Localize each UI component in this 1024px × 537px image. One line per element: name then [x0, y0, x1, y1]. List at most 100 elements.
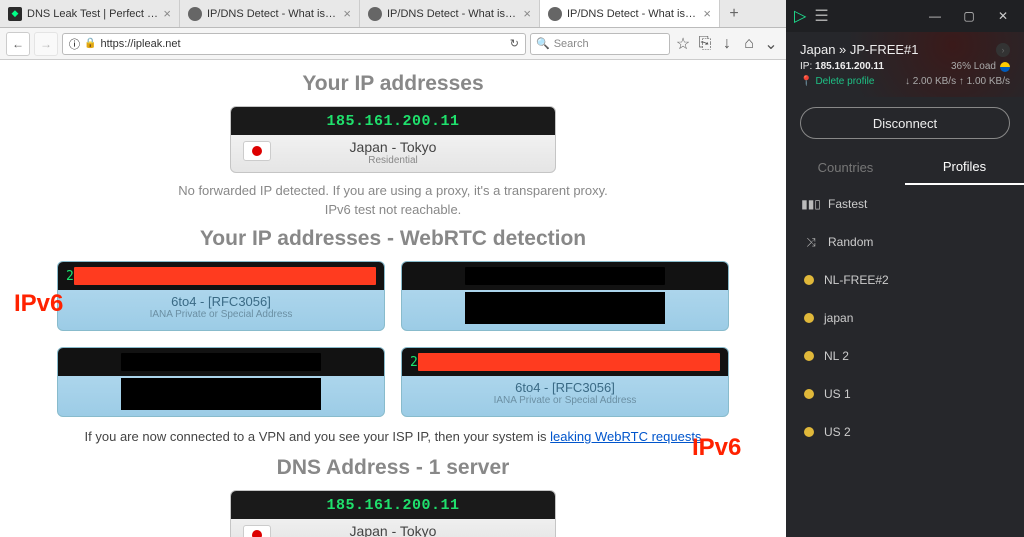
- flag-japan-icon: [243, 141, 271, 161]
- ipv6-text: IPv6 test not reachable.: [0, 202, 786, 217]
- webrtc-card: [57, 347, 385, 417]
- redacted-box: [121, 378, 321, 410]
- flag-dot-icon: [1000, 62, 1010, 72]
- redacted-bar: [418, 353, 720, 371]
- favicon-icon: ◆: [8, 7, 22, 21]
- minimize-button[interactable]: —: [922, 5, 948, 27]
- shuffle-icon: ⤨: [804, 235, 818, 249]
- signal-icon: ▮▮▯: [804, 197, 818, 211]
- close-button[interactable]: ✕: [990, 5, 1016, 27]
- leak-warning: If you are now connected to a VPN and yo…: [0, 429, 786, 444]
- redacted-bar: [74, 267, 376, 285]
- ipv6-annotation: IPv6: [692, 434, 741, 462]
- tab[interactable]: ◆ DNS Leak Test | Perfect Privacy ×: [0, 0, 180, 27]
- refresh-icon[interactable]: ↻: [510, 37, 519, 50]
- redacted-box: [465, 292, 665, 324]
- maximize-button[interactable]: ▢: [956, 5, 982, 27]
- tab-profiles[interactable]: Profiles: [905, 149, 1024, 185]
- tab[interactable]: IP/DNS Detect - What is you ×: [360, 0, 540, 27]
- rtc-prefix: 2: [58, 269, 74, 284]
- search-placeholder: Search: [554, 38, 589, 50]
- vpn-location-row[interactable]: Japan » JP-FREE#1 ›: [800, 42, 1010, 57]
- profile-item[interactable]: US 2: [786, 413, 1024, 451]
- vpn-titlebar: ▷ ☰ — ▢ ✕: [786, 0, 1024, 32]
- close-icon[interactable]: ×: [523, 6, 531, 21]
- flag-japan-icon: [243, 525, 271, 537]
- ip-type: Residential: [231, 155, 555, 166]
- tab-title: IP/DNS Detect - What is you: [387, 8, 518, 20]
- delete-profile-link[interactable]: 📍Delete profile: [800, 76, 874, 87]
- status-dot-icon: [804, 427, 814, 437]
- rtc-title: 6to4 - [RFC3056]: [402, 380, 728, 395]
- profile-item[interactable]: japan: [786, 299, 1024, 337]
- forward-button[interactable]: →: [34, 32, 58, 56]
- url-input[interactable]: ⓘ 🔒 https://ipleak.net ↻: [62, 33, 526, 55]
- forwarded-text: No forwarded IP detected. If you are usi…: [0, 183, 786, 198]
- close-icon[interactable]: ×: [343, 6, 351, 21]
- close-icon[interactable]: ×: [703, 6, 711, 21]
- webrtc-grid: 2 6to4 - [RFC3056] IANA Private or Speci…: [0, 261, 786, 417]
- tab-title: IP/DNS Detect - What is you: [567, 8, 698, 20]
- section-ip-heading: Your IP addresses: [0, 72, 786, 96]
- status-dot-icon: [804, 389, 814, 399]
- hamburger-icon[interactable]: ☰: [814, 6, 828, 26]
- dns-card: 185.161.200.11 Japan - Tokyo: [230, 490, 556, 537]
- action-icon[interactable]: ⎘: [696, 35, 714, 53]
- profile-item[interactable]: NL 2: [786, 337, 1024, 375]
- favicon-icon: [368, 7, 382, 21]
- status-dot-icon: [804, 351, 814, 361]
- webrtc-card: [401, 261, 729, 331]
- tab-bar: ◆ DNS Leak Test | Perfect Privacy × IP/DNS…: [0, 0, 786, 28]
- page-content: Your IP addresses 185.161.200.11 Japan -…: [0, 60, 786, 537]
- vpn-speed: ↓ 2.00 KB/s ↑ 1.00 KB/s: [905, 76, 1010, 87]
- profile-list: ▮▮▯Fastest ⤨Random NL-FREE#2 japan NL 2 …: [786, 185, 1024, 537]
- webrtc-card: 2 6to4 - [RFC3056] IANA Private or Speci…: [57, 261, 385, 331]
- disconnect-button[interactable]: Disconnect: [800, 107, 1010, 139]
- profile-item-fastest[interactable]: ▮▮▯Fastest: [786, 185, 1024, 223]
- browser-window: ◆ DNS Leak Test | Perfect Privacy × IP/DNS…: [0, 0, 786, 537]
- section-dns-heading: DNS Address - 1 server: [0, 456, 786, 480]
- favicon-icon: [188, 7, 202, 21]
- dns-ip: 185.161.200.11: [231, 491, 555, 519]
- profile-item[interactable]: NL-FREE#2: [786, 261, 1024, 299]
- tab-countries[interactable]: Countries: [786, 149, 905, 185]
- profile-item-random[interactable]: ⤨Random: [786, 223, 1024, 261]
- close-icon[interactable]: ×: [163, 6, 171, 21]
- url-bar: ← → ⓘ 🔒 https://ipleak.net ↻ 🔍 Search ☆ …: [0, 28, 786, 60]
- tab-title: DNS Leak Test | Perfect Privacy: [27, 8, 158, 20]
- info-icon[interactable]: ⓘ: [69, 36, 80, 52]
- status-dot-icon: [804, 313, 814, 323]
- vpn-app-panel: ▷ ☰ — ▢ ✕ Japan » JP-FREE#1 › IP: 185.16…: [786, 0, 1024, 537]
- search-input[interactable]: 🔍 Search: [530, 33, 670, 55]
- pin-icon: 📍: [800, 76, 812, 87]
- tab-active[interactable]: IP/DNS Detect - What is you ×: [540, 0, 720, 27]
- download-icon[interactable]: ↓: [718, 35, 736, 53]
- tab-title: IP/DNS Detect - What is you: [207, 8, 338, 20]
- bookmark-icon[interactable]: ☆: [674, 35, 692, 53]
- chevron-right-icon: ›: [996, 43, 1010, 57]
- search-icon: 🔍: [536, 37, 550, 50]
- vpn-status-panel: Japan » JP-FREE#1 › IP: 185.161.200.11 3…: [786, 32, 1024, 97]
- redacted-bar: [465, 267, 665, 285]
- back-button[interactable]: ←: [6, 32, 30, 56]
- home-icon[interactable]: ⌂: [740, 35, 758, 53]
- rtc-prefix: 2: [402, 355, 418, 370]
- redacted-bar: [121, 353, 321, 371]
- ipv6-annotation: IPv6: [14, 290, 63, 318]
- vpn-logo-icon: ▷: [794, 6, 806, 26]
- ip-location: Japan - Tokyo: [231, 139, 555, 155]
- pocket-icon[interactable]: ⌄: [762, 35, 780, 53]
- tab[interactable]: IP/DNS Detect - What is you ×: [180, 0, 360, 27]
- new-tab-button[interactable]: +: [720, 0, 748, 27]
- ip-value: 185.161.200.11: [231, 107, 555, 135]
- dns-location: Japan - Tokyo: [231, 523, 555, 537]
- vpn-location: Japan » JP-FREE#1: [800, 42, 919, 57]
- rtc-sub: IANA Private or Special Address: [402, 395, 728, 406]
- leak-link[interactable]: leaking WebRTC requests: [550, 429, 701, 444]
- rtc-title: 6to4 - [RFC3056]: [58, 294, 384, 309]
- ip-card: 185.161.200.11 Japan - Tokyo Residential: [230, 106, 556, 173]
- leak-text: If you are now connected to a VPN and yo…: [85, 429, 551, 444]
- vpn-load: 36% Load: [951, 61, 1010, 72]
- lock-icon: 🔒: [84, 38, 96, 49]
- profile-item[interactable]: US 1: [786, 375, 1024, 413]
